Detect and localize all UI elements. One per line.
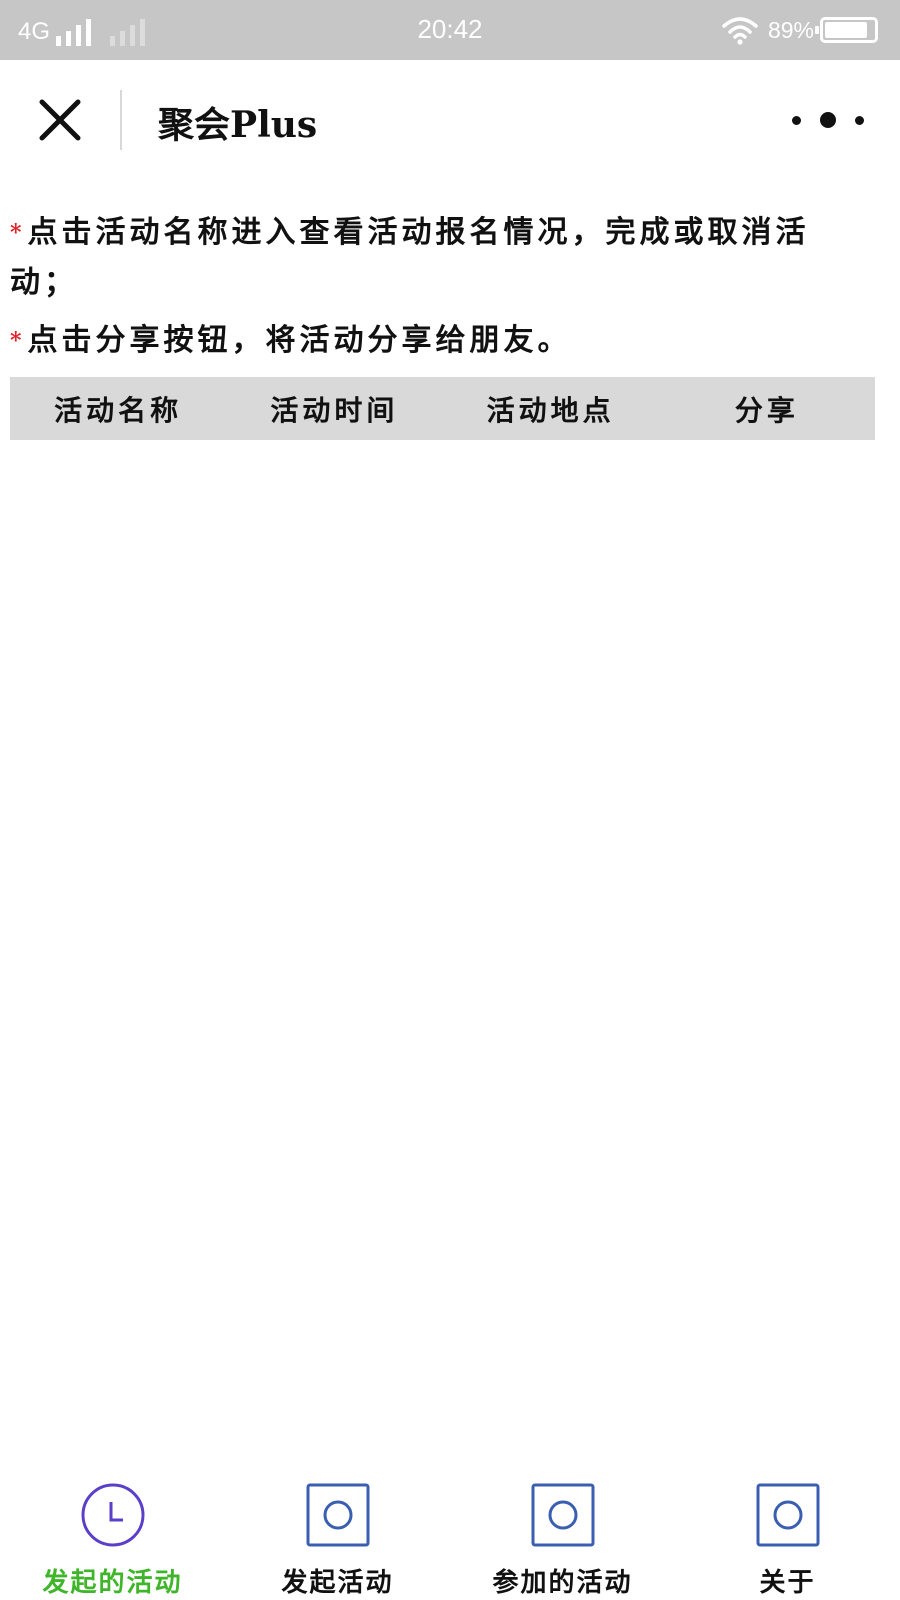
more-dot-icon <box>820 112 836 128</box>
tab-about[interactable]: 关于 <box>675 1470 900 1600</box>
tab-label: 发起活动 <box>281 1568 394 1598</box>
square-circle-icon <box>531 1483 594 1547</box>
wifi-icon <box>722 17 758 45</box>
tab-label: 发起的活动 <box>42 1568 183 1598</box>
status-bar: 4G 20:42 89% <box>0 0 900 60</box>
battery-icon <box>815 17 878 43</box>
tab-joined-activities[interactable]: 参加的活动 <box>450 1470 675 1600</box>
tab-bar: 发起的活动 发起活动 参加的活动 关于 <box>0 1470 900 1600</box>
instruction-note: *点击分享按钮，将活动分享给朋友。 <box>10 316 860 366</box>
more-dot-icon <box>792 115 801 125</box>
tab-initiated-activities[interactable]: 发起的活动 <box>0 1470 225 1600</box>
instruction-text: 点击分享按钮，将活动分享给朋友。 <box>27 323 572 358</box>
close-button[interactable] <box>38 98 82 142</box>
instruction-note: *点击活动名称进入查看活动报名情况，完成或取消活动； <box>10 208 860 308</box>
column-header-time: 活动时间 <box>270 393 399 427</box>
required-marker: * <box>10 328 26 354</box>
tab-label: 关于 <box>759 1568 816 1598</box>
more-dot-icon <box>855 115 864 125</box>
app-screen: 4G 20:42 89% 聚会Plus *点击活动名称进入查看活动报名情况，完成… <box>0 0 900 1600</box>
column-header-name: 活动名称 <box>54 393 183 427</box>
clock-icon <box>81 1483 144 1547</box>
required-marker: * <box>10 220 26 246</box>
battery-percent: 89% <box>767 16 814 43</box>
column-header-location: 活动地点 <box>486 393 615 427</box>
battery-area: 89% <box>720 14 878 46</box>
instruction-text: 点击活动名称进入查看活动报名情况，完成或取消活动； <box>10 215 810 300</box>
tab-label: 参加的活动 <box>492 1568 633 1598</box>
title-divider <box>120 90 122 150</box>
page-title: 聚会Plus <box>158 104 318 146</box>
column-header-share: 分享 <box>734 393 799 427</box>
square-circle-icon <box>306 1483 369 1547</box>
title-bar: 聚会Plus <box>0 60 900 180</box>
tab-create-activity[interactable]: 发起活动 <box>225 1470 450 1600</box>
more-menu-button[interactable] <box>792 108 864 132</box>
square-circle-icon <box>756 1483 819 1547</box>
instructions: *点击活动名称进入查看活动报名情况，完成或取消活动； *点击分享按钮，将活动分享… <box>10 208 860 366</box>
activity-table-header: 活动名称 活动时间 活动地点 分享 <box>10 377 875 440</box>
